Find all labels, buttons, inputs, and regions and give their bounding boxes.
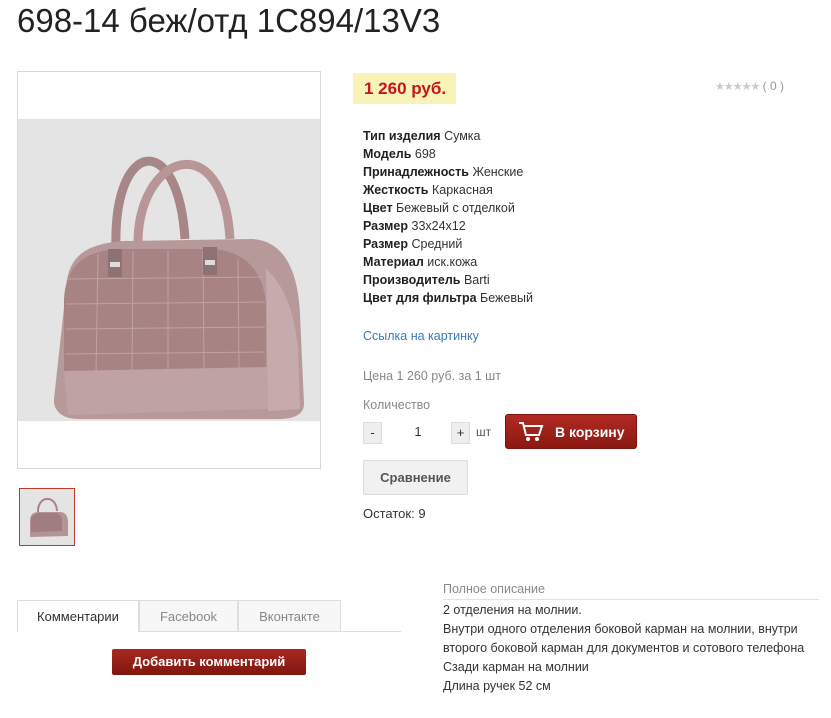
rating[interactable]: ★★★★★ ( 0 ) [715, 79, 784, 93]
description-divider [443, 599, 819, 600]
property-row: Производитель Barti [363, 273, 490, 287]
description-line: Внутри одного отделения боковой карман н… [443, 622, 805, 655]
quantity-increase-button[interactable]: + [451, 422, 470, 444]
image-link[interactable]: Ссылка на картинку [363, 329, 479, 343]
handbag-image [53, 156, 304, 419]
rating-stars-icon[interactable]: ★★★★★ [715, 81, 760, 93]
property-row: Модель 698 [363, 147, 436, 161]
product-properties: Тип изделия Сумка Модель 698 Принадлежно… [363, 127, 533, 307]
description-text: 2 отделения на молнии. Внутри одного отд… [443, 601, 821, 696]
property-row: Размер Средний [363, 237, 463, 251]
product-thumbnail[interactable] [19, 488, 75, 546]
add-comment-button[interactable]: Добавить комментарий [112, 649, 306, 675]
product-main-image[interactable] [17, 71, 321, 469]
description-title: Полное описание [443, 582, 545, 596]
add-to-cart-button[interactable]: В корзину [505, 414, 637, 449]
quantity-decrease-button[interactable]: - [363, 422, 382, 444]
unit-price: Цена 1 260 руб. за 1 шт [363, 369, 501, 383]
quantity-unit: шт [476, 425, 492, 439]
product-title: 698-14 беж/отд 1С894/13V3 [17, 2, 441, 39]
quantity-input[interactable]: 1 [388, 424, 448, 439]
property-row: Жесткость Каркасная [363, 183, 493, 197]
property-row: Цвет Бежевый с отделкой [363, 201, 515, 215]
cart-icon [519, 422, 544, 441]
property-row: Размер 33х24х12 [363, 219, 466, 233]
rating-count: ( 0 ) [762, 79, 784, 93]
add-to-cart-label: В корзину [555, 424, 625, 440]
description-line: 2 отделения на молнии. [443, 603, 582, 617]
description-line: Длина ручек 52 см [443, 679, 551, 693]
property-row: Тип изделия Сумка [363, 129, 481, 143]
tab-vkontakte[interactable]: Вконтакте [238, 600, 341, 631]
quantity-label: Количество [363, 398, 431, 412]
property-row: Принадлежность Женские [363, 165, 524, 179]
description-line: Сзади карман на молнии [443, 660, 589, 674]
compare-button[interactable]: Сравнение [363, 460, 468, 495]
handbag-thumbnail-image [30, 497, 68, 537]
tab-comments[interactable]: Комментарии [17, 600, 139, 632]
tab-facebook[interactable]: Facebook [139, 600, 238, 631]
property-row: Материал иск.кожа [363, 255, 478, 269]
stock-count: Остаток: 9 [363, 506, 426, 521]
property-row: Цвет для фильтра Бежевый [363, 291, 533, 305]
price-badge: 1 260 руб. [353, 73, 457, 104]
